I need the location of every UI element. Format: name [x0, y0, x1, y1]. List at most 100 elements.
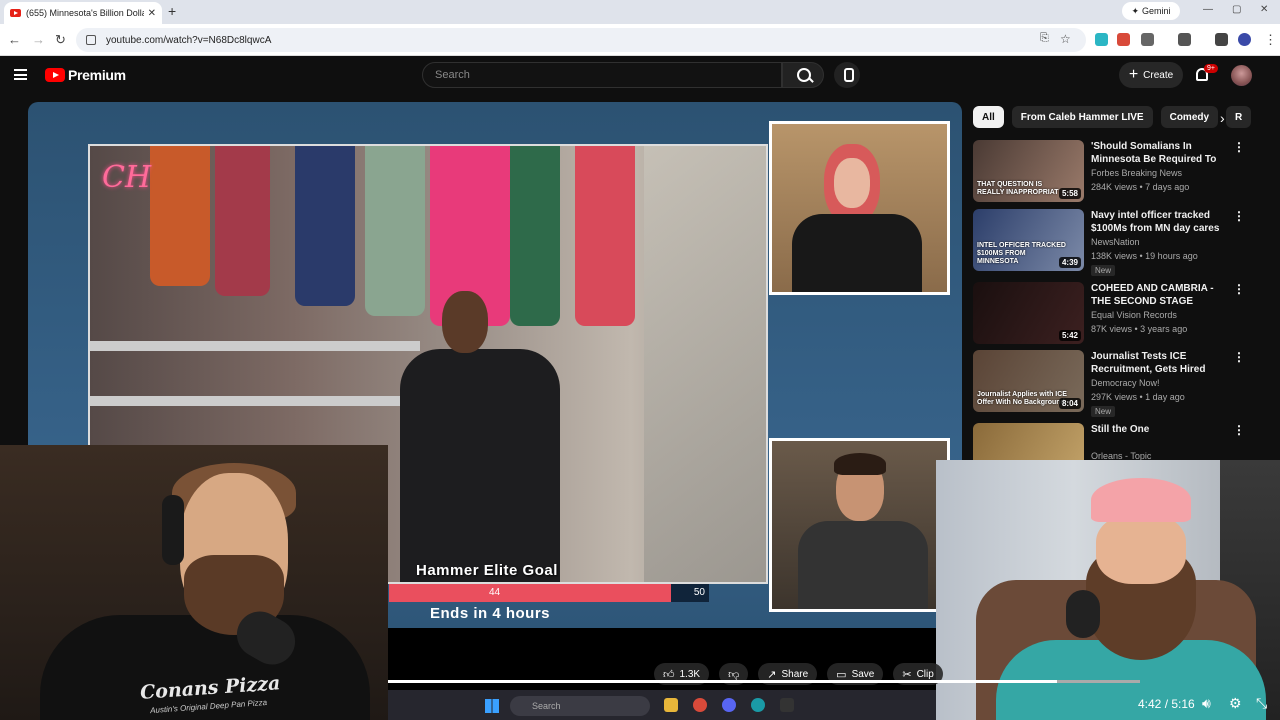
recommendation-item[interactable]: INTEL OFFICER TRACKED $100MS FROM MINNES… — [973, 209, 1273, 276]
goal-title: Hammer Elite Goal — [416, 562, 558, 579]
profile-icon[interactable] — [1238, 33, 1251, 46]
chip-1[interactable]: From Caleb Hammer LIVE — [1011, 106, 1153, 128]
extension-icon[interactable] — [1117, 33, 1130, 46]
more-options-icon[interactable]: ⋮ — [1233, 140, 1245, 154]
video-thumbnail[interactable]: INTEL OFFICER TRACKED $100MS FROM MINNES… — [973, 209, 1084, 271]
new-tab-icon[interactable]: + — [168, 3, 176, 19]
recommendation-title[interactable]: COHEED AND CAMBRIA - THE SECOND STAGE TU… — [1091, 282, 1227, 308]
recommendation-title[interactable]: Still the One — [1091, 423, 1227, 436]
bookmark-star-icon[interactable]: ☆ — [1060, 32, 1071, 46]
goal-progress-bar: 44 50 — [389, 584, 709, 602]
video-duration: 5:58 — [1058, 188, 1081, 199]
create-label: Create — [1143, 69, 1174, 81]
recommendation-channel[interactable]: Democracy Now! — [1091, 378, 1160, 388]
chrome-icon[interactable] — [693, 698, 707, 712]
thumbnail-caption: Journalist Applies with ICE Offer With N… — [977, 391, 1067, 406]
search-icon[interactable] — [782, 62, 824, 88]
reload-icon[interactable]: ↻ — [55, 32, 66, 48]
url-field[interactable]: youtube.com/watch?v=N68Dc8lqwcA — [76, 28, 1086, 52]
shelf — [90, 341, 420, 351]
edge-icon[interactable] — [751, 698, 765, 712]
youtube-header: Premium Search + Create 9+ — [0, 56, 1280, 96]
video-thumbnail[interactable]: THAT QUESTION IS REALLY INAPPROPRIAT 5:58 — [973, 140, 1084, 202]
recommendation-item[interactable]: 5:42 COHEED AND CAMBRIA - THE SECOND STAG… — [973, 282, 1273, 346]
app-icon[interactable] — [780, 698, 794, 712]
new-badge: New — [1091, 406, 1116, 417]
recommendation-channel[interactable]: Forbes Breaking News — [1091, 168, 1182, 178]
chip-0[interactable]: All — [973, 106, 1004, 128]
site-info-icon[interactable] — [86, 35, 96, 45]
maximize-icon[interactable]: ▢ — [1232, 4, 1241, 15]
recommendation-title[interactable]: Journalist Tests ICE Recruitment, Gets H… — [1091, 350, 1227, 376]
youtube-brand[interactable]: Premium — [68, 67, 126, 83]
video-thumbnail[interactable]: 5:42 — [973, 282, 1084, 344]
recommendation-item[interactable]: Journalist Applies with ICE Offer With N… — [973, 350, 1273, 417]
recommendation-title[interactable]: Navy intel officer tracked $100Ms from M… — [1091, 209, 1227, 235]
share-icon: ↗ — [767, 668, 777, 681]
forward-icon[interactable]: → — [32, 32, 45, 47]
recommendation-item[interactable]: THAT QUESTION IS REALLY INAPPROPRIAT 5:58… — [973, 140, 1273, 204]
close-tab-icon[interactable]: ✕ — [148, 8, 156, 19]
discord-icon[interactable] — [722, 698, 736, 712]
media-controls-icon[interactable] — [1215, 33, 1228, 46]
more-options-icon[interactable]: ⋮ — [1233, 209, 1245, 223]
clothing-rack — [295, 146, 355, 306]
thumbnail-caption: THAT QUESTION IS REALLY INAPPROPRIAT — [977, 181, 1059, 196]
clothing-rack — [150, 146, 210, 286]
extensions-puzzle-icon[interactable] — [1141, 33, 1154, 46]
more-options-icon[interactable]: ⋮ — [1233, 282, 1245, 296]
recommendation-channel[interactable]: Equal Vision Records — [1091, 310, 1177, 320]
hamburger-menu-icon[interactable] — [14, 69, 27, 80]
side-panel-icon[interactable] — [1178, 33, 1191, 46]
scissors-icon: ✂ — [902, 668, 912, 681]
filter-chips: All From Caleb Hammer LIVE Comedy R — [973, 106, 1252, 128]
avatar[interactable] — [1231, 65, 1252, 86]
video-progress-bar[interactable] — [388, 680, 1140, 683]
taskbar-search-input[interactable]: Search — [510, 696, 650, 716]
microphone — [1066, 590, 1100, 638]
save-label: Save — [851, 668, 875, 680]
video-thumbnail[interactable]: Journalist Applies with ICE Offer With N… — [973, 350, 1084, 412]
windows-taskbar: Search — [388, 690, 936, 720]
gemini-label: Gemini — [1142, 6, 1171, 16]
volume-icon[interactable]: 🔊︎ — [1202, 695, 1211, 712]
clip-label: Clip — [916, 668, 934, 680]
file-explorer-icon[interactable] — [664, 698, 678, 712]
minimize-icon[interactable]: — — [1203, 4, 1213, 15]
plus-icon: + — [1128, 66, 1139, 83]
taskbar-search-placeholder: Search — [532, 701, 561, 711]
browser-menu-icon[interactable]: ⋮ — [1264, 32, 1277, 48]
more-options-icon[interactable]: ⋮ — [1233, 350, 1245, 364]
chevron-right-icon[interactable]: › — [1220, 110, 1225, 126]
recommendation-title[interactable]: 'Should Somalians In Minnesota Be Requir… — [1091, 140, 1227, 166]
extension-icon[interactable] — [1095, 33, 1108, 46]
create-button[interactable]: + Create — [1119, 62, 1183, 88]
host-cam-top — [769, 121, 950, 295]
browser-tab[interactable]: (655) Minnesota's Billion Dolla ✕ — [4, 2, 162, 24]
goal-current-value: 44 — [489, 587, 501, 598]
recommendation-channel[interactable]: NewsNation — [1091, 237, 1140, 247]
chip-2[interactable]: Comedy — [1160, 106, 1219, 128]
url-text: youtube.com/watch?v=N68Dc8lqwcA — [106, 34, 272, 46]
video-duration: 8:04 — [1058, 398, 1081, 409]
recommendation-meta: 284K views • 7 days ago — [1091, 182, 1190, 192]
recommendation-meta: 297K views • 1 day ago — [1091, 392, 1185, 402]
back-icon[interactable]: ← — [8, 32, 21, 47]
search-input[interactable]: Search — [422, 62, 782, 88]
gemini-button[interactable]: ✦ Gemini — [1122, 2, 1180, 20]
clothing-rack — [215, 146, 270, 296]
youtube-logo-icon[interactable] — [45, 68, 65, 82]
install-app-icon[interactable]: ⎘ — [1040, 32, 1049, 45]
fullscreen-icon[interactable]: ⤡ — [1256, 695, 1267, 712]
share-label: Share — [781, 668, 809, 680]
video-progress-fill — [388, 680, 1058, 683]
tab-title: (655) Minnesota's Billion Dolla — [26, 8, 144, 18]
voice-search-icon[interactable] — [834, 62, 860, 88]
close-window-icon[interactable]: ✕ — [1260, 4, 1268, 15]
settings-gear-icon[interactable]: ⚙ — [1229, 695, 1242, 712]
goal-max-value: 50 — [693, 587, 705, 598]
windows-start-icon[interactable] — [485, 699, 499, 713]
like-count: 1.3K — [679, 668, 701, 680]
more-options-icon[interactable]: ⋮ — [1233, 423, 1245, 437]
chip-3[interactable]: R — [1226, 106, 1252, 128]
